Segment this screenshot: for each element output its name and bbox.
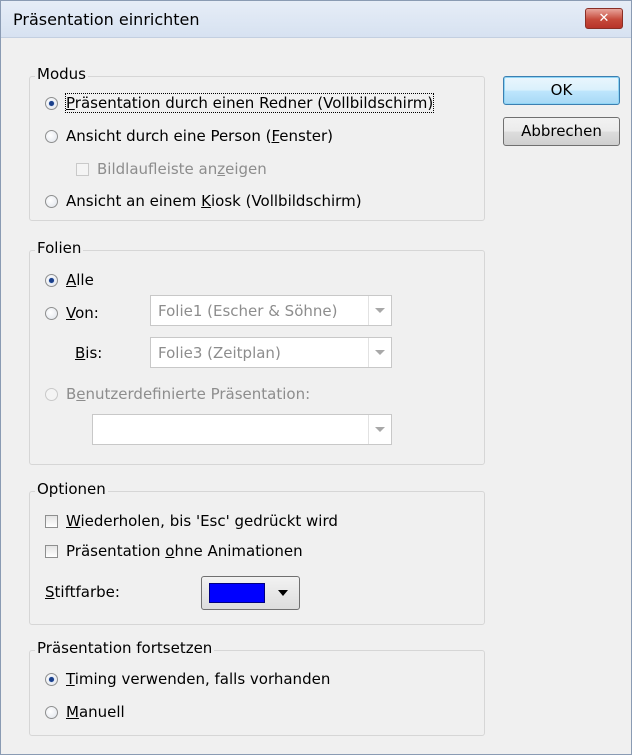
slides-from-radio[interactable] [45,306,58,320]
scrollbar-option: Bildlaufleiste anzeigen [76,160,267,178]
title-bar[interactable]: Präsentation einrichten ✕ [1,1,631,38]
slides-all-radio[interactable] [45,273,58,287]
custom-show-option: Benutzerdefinierte Präsentation: [45,385,310,403]
optionen-group-title: Optionen [35,480,108,498]
dialog-window: Präsentation einrichten ✕ OK Abbrechen M… [0,0,632,755]
custom-show-combo [92,414,392,445]
manual-label: Manuell [66,703,125,721]
slides-all-label: Alle [66,271,94,289]
pen-color-label: Stiftfarbe: [45,583,120,601]
chevron-down-icon[interactable] [368,296,391,325]
folien-group-title: Folien [35,239,84,257]
timing-label: Timing verwenden, falls vorhanden [66,670,331,688]
loop-checkbox[interactable] [45,514,58,528]
no-animation-checkbox[interactable] [45,544,58,558]
custom-show-label: Benutzerdefinierte Präsentation: [66,385,311,403]
no-animation-option[interactable]: Präsentation ohne Animationen [45,542,303,560]
slides-to-label-row: Bis: [75,344,102,362]
scrollbar-checkbox [76,162,89,176]
from-slide-combo[interactable]: Folie1 (Escher & Söhne) [150,295,392,326]
mode-kiosk-radio[interactable] [45,194,58,208]
fortsetzen-group [29,650,485,736]
chevron-down-icon [278,590,288,596]
loop-option[interactable]: Wiederholen, bis 'Esc' gedrückt wird [45,512,338,530]
mode-window-label: Ansicht durch eine Person (Fenster) [66,127,333,145]
slides-to-label: Bis: [75,344,103,362]
mode-presenter-radio[interactable] [45,96,58,110]
modus-group-title: Modus [35,65,88,83]
mode-presenter-option[interactable]: Präsentation durch einen Redner (Vollbil… [45,93,435,113]
mode-window-option[interactable]: Ansicht durch eine Person (Fenster) [45,127,333,145]
mode-kiosk-label: Ansicht an einem Kiosk (Vollbildschirm) [66,192,362,210]
scrollbar-label: Bildlaufleiste anzeigen [97,160,267,178]
slides-from-option[interactable]: Von: [45,304,99,322]
cancel-button[interactable]: Abbrechen [503,117,620,146]
mode-presenter-label: Präsentation durch einen Redner (Vollbil… [64,93,435,113]
timing-option[interactable]: Timing verwenden, falls vorhanden [45,670,330,688]
chevron-down-icon [368,415,391,444]
window-title: Präsentation einrichten [13,10,200,29]
ok-button[interactable]: OK [503,76,620,105]
manual-option[interactable]: Manuell [45,703,125,721]
fortsetzen-group-title: Präsentation fortsetzen [35,639,215,657]
mode-kiosk-option[interactable]: Ansicht an einem Kiosk (Vollbildschirm) [45,192,362,210]
no-animation-label: Präsentation ohne Animationen [66,542,303,560]
to-slide-combo[interactable]: Folie3 (Zeitplan) [150,337,392,368]
slides-from-label: Von: [66,304,99,322]
pen-color-label-row: Stiftfarbe: [45,583,120,601]
to-slide-value: Folie3 (Zeitplan) [158,344,281,362]
from-slide-value: Folie1 (Escher & Söhne) [158,302,338,320]
timing-radio[interactable] [45,672,58,686]
pen-color-swatch [209,583,265,603]
close-icon: ✕ [598,11,610,26]
chevron-down-icon[interactable] [368,338,391,367]
custom-show-radio [45,387,58,401]
mode-window-radio[interactable] [45,129,58,143]
manual-radio[interactable] [45,705,58,719]
slides-all-option[interactable]: Alle [45,271,94,289]
loop-label: Wiederholen, bis 'Esc' gedrückt wird [66,512,338,530]
close-button[interactable]: ✕ [585,8,623,29]
pen-color-button[interactable] [201,576,300,610]
